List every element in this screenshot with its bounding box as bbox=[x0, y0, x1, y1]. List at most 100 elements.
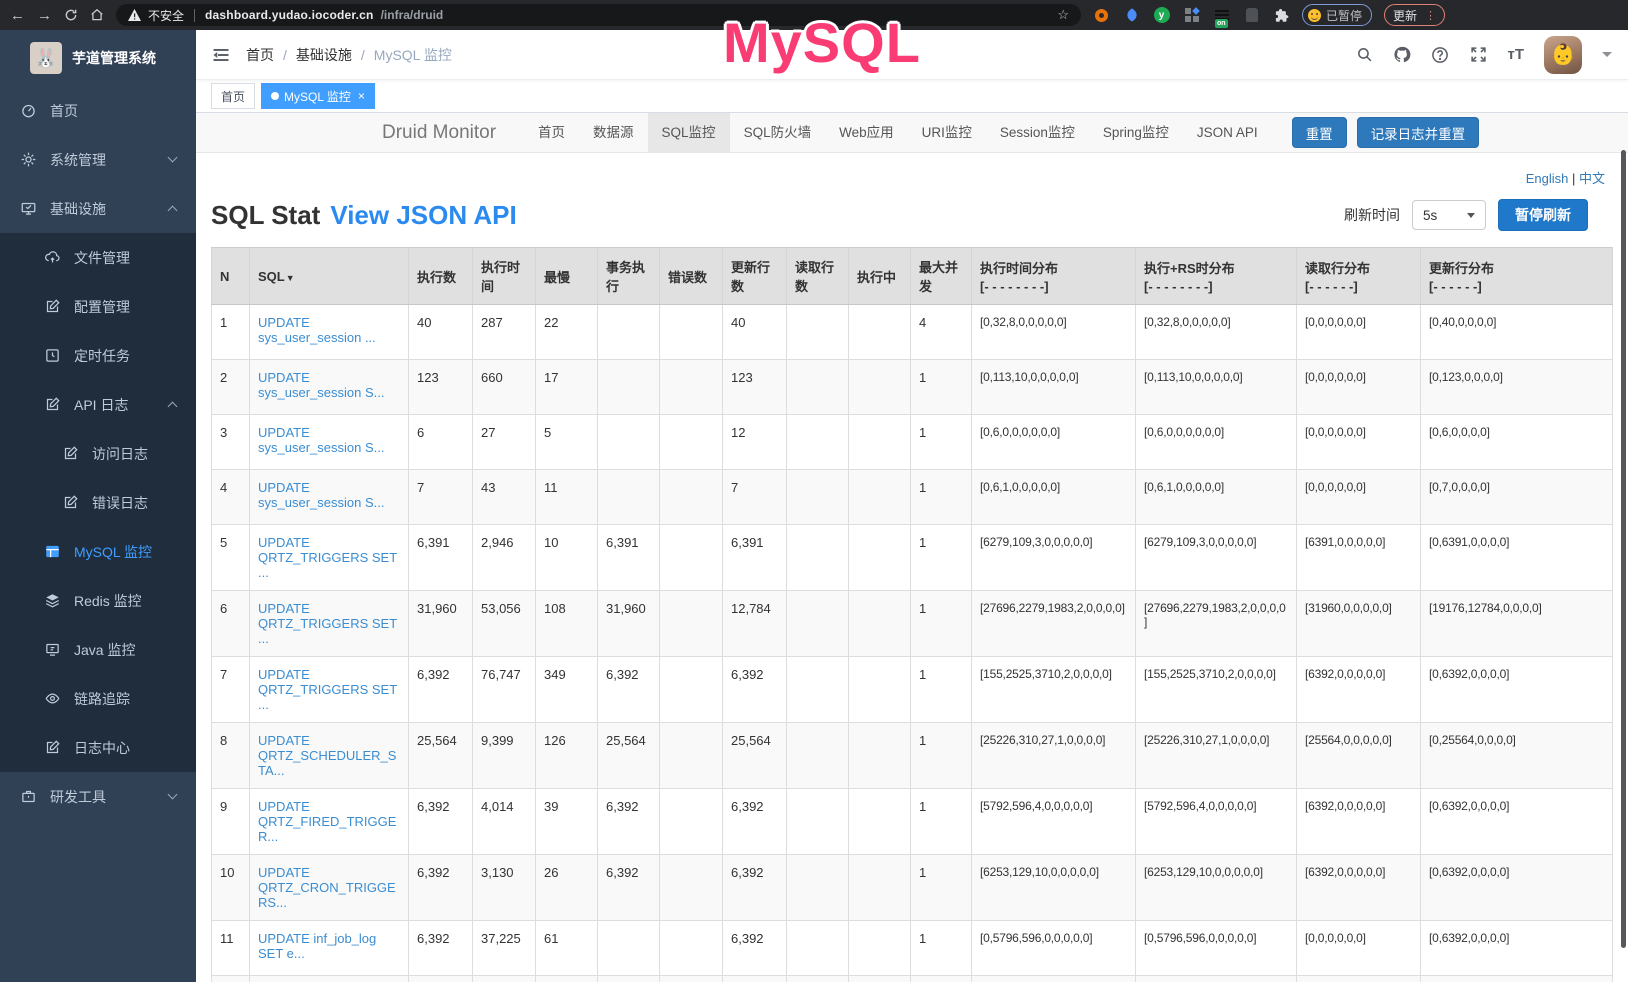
exec-rs-dist: [6279,109,3,0,0,0,0,0] bbox=[1136, 525, 1297, 591]
fullscreen-icon[interactable] bbox=[1469, 46, 1487, 64]
log-and-reset-button[interactable]: 记录日志并重置 bbox=[1357, 117, 1480, 148]
sidebar-item-cron[interactable]: 定时任务 bbox=[0, 331, 196, 380]
sidebar-item-log-center[interactable]: 日志中心 bbox=[0, 723, 196, 772]
tag-mysql-monitor[interactable]: MySQL 监控 × bbox=[261, 83, 375, 109]
refresh-interval-select[interactable]: 5s bbox=[1412, 200, 1486, 230]
sidebar-item-files[interactable]: 文件管理 bbox=[0, 233, 196, 282]
browser-back-icon[interactable]: ← bbox=[10, 8, 25, 23]
sql-link[interactable]: UPDATE QRTZ_TRIGGERS SET ... bbox=[258, 667, 397, 712]
view-json-api-link[interactable]: View JSON API bbox=[330, 200, 516, 231]
col-exec-time[interactable]: 执行时间 bbox=[473, 248, 536, 305]
sql-link[interactable]: UPDATE sys_user_session ... bbox=[258, 315, 376, 345]
page-scrollbar[interactable] bbox=[1621, 150, 1626, 948]
exec-rs-dist: [0,6,0,0,0,0,0,0] bbox=[1136, 415, 1297, 470]
druid-nav-datasource[interactable]: 数据源 bbox=[579, 113, 648, 153]
sidebar-item-config[interactable]: 配置管理 bbox=[0, 282, 196, 331]
sql-link[interactable]: UPDATE QRTZ_CRON_TRIGGERS... bbox=[258, 865, 396, 910]
sql-link[interactable]: UPDATE QRTZ_TRIGGERS SET ... bbox=[258, 535, 397, 580]
tag-home[interactable]: 首页 bbox=[211, 83, 255, 109]
breadcrumb-home[interactable]: 首页 bbox=[246, 45, 274, 65]
extension-drop-icon[interactable] bbox=[1123, 7, 1140, 24]
sidebar-item-system[interactable]: 系统管理 bbox=[0, 135, 196, 184]
druid-nav-uri[interactable]: URI监控 bbox=[908, 113, 986, 153]
sql-link[interactable]: UPDATE QRTZ_TRIGGERS SET ... bbox=[258, 601, 397, 646]
extension-y-icon[interactable]: y bbox=[1153, 7, 1170, 24]
druid-nav-home[interactable]: 首页 bbox=[524, 113, 579, 153]
col-exec-count[interactable]: 执行数 bbox=[409, 248, 473, 305]
sidebar-item-api-log[interactable]: API 日志 bbox=[0, 380, 196, 429]
browser-update-button[interactable]: 更新 ⋮ bbox=[1384, 4, 1445, 26]
more-menu-icon[interactable]: ⋮ bbox=[1425, 9, 1436, 22]
help-icon[interactable] bbox=[1431, 46, 1449, 64]
sidebar: 🐰 芋道管理系统 首页 系统管理 基础设施 文件管理 配置管理 bbox=[0, 30, 196, 982]
browser-reload-icon[interactable] bbox=[64, 8, 78, 22]
row-index: 9 bbox=[212, 789, 250, 855]
extensions-puzzle-icon[interactable] bbox=[1273, 7, 1290, 24]
read-row-dist: [6392,0,0,0,0,0] bbox=[1297, 855, 1421, 921]
bookmark-star-icon[interactable]: ☆ bbox=[1057, 7, 1069, 23]
breadcrumb-infra[interactable]: 基础设施 bbox=[296, 45, 352, 65]
sql-link[interactable]: UPDATE sys_user_session S... bbox=[258, 425, 384, 455]
sidebar-logo[interactable]: 🐰 芋道管理系统 bbox=[0, 30, 196, 86]
reset-button[interactable]: 重置 bbox=[1292, 117, 1347, 148]
read-rows bbox=[787, 591, 849, 657]
extension-grid-icon[interactable] bbox=[1183, 7, 1200, 24]
lang-chinese-link[interactable]: 中文 bbox=[1579, 171, 1605, 186]
col-tx-exec[interactable]: 事务执行 bbox=[598, 248, 660, 305]
sql-link[interactable]: UPDATE QRTZ_FIRED_TRIGGER... bbox=[258, 799, 396, 844]
row-index: 7 bbox=[212, 657, 250, 723]
sidebar-item-home[interactable]: 首页 bbox=[0, 86, 196, 135]
col-slowest[interactable]: 最慢 bbox=[536, 248, 598, 305]
url-host[interactable]: dashboard.yudao.iocoder.cn bbox=[205, 8, 374, 22]
sidebar-item-tracing[interactable]: 链路追踪 bbox=[0, 674, 196, 723]
sidebar-item-java-monitor[interactable]: Java 监控 bbox=[0, 625, 196, 674]
paused-extension-pill[interactable]: 已暂停 bbox=[1302, 4, 1372, 26]
read-rows bbox=[787, 657, 849, 723]
sidebar-item-mysql-monitor[interactable]: MySQL 监控 bbox=[0, 527, 196, 576]
collapse-sidebar-icon[interactable] bbox=[212, 47, 230, 63]
sidebar-item-redis-monitor[interactable]: Redis 监控 bbox=[0, 576, 196, 625]
col-sql[interactable]: SQL▼ bbox=[250, 248, 409, 305]
col-error-count[interactable]: 错误数 bbox=[660, 248, 723, 305]
druid-brand[interactable]: Druid Monitor bbox=[382, 122, 496, 144]
col-read-rows[interactable]: 读取行数 bbox=[787, 248, 849, 305]
druid-nav-webapp[interactable]: Web应用 bbox=[825, 113, 908, 153]
sidebar-item-dev-tools[interactable]: 研发工具 bbox=[0, 772, 196, 821]
col-executing[interactable]: 执行中 bbox=[849, 248, 911, 305]
error-count bbox=[660, 657, 723, 723]
sql-link[interactable]: UPDATE sys_user_session S... bbox=[258, 370, 384, 400]
sql-link[interactable]: UPDATE QRTZ_SCHEDULER_STA... bbox=[258, 733, 396, 778]
lang-english-link[interactable]: English bbox=[1526, 171, 1569, 186]
exec-time: 660 bbox=[473, 360, 536, 415]
browser-home-icon[interactable] bbox=[90, 8, 104, 22]
druid-nav-spring[interactable]: Spring监控 bbox=[1089, 113, 1183, 153]
extension-dark-icon[interactable] bbox=[1243, 7, 1260, 24]
extension-donut-icon[interactable] bbox=[1093, 7, 1110, 24]
avatar-caret-icon[interactable] bbox=[1602, 52, 1612, 57]
close-tag-icon[interactable]: × bbox=[358, 90, 365, 102]
search-icon[interactable] bbox=[1355, 46, 1373, 64]
druid-nav-session[interactable]: Session监控 bbox=[986, 113, 1089, 153]
sidebar-item-error-log[interactable]: 错误日志 bbox=[0, 478, 196, 527]
druid-nav-jsonapi[interactable]: JSON API bbox=[1183, 113, 1272, 153]
not-secure-label[interactable]: 不安全 bbox=[148, 7, 184, 24]
sql-link[interactable]: UPDATE inf_job_log SET e... bbox=[258, 931, 376, 961]
exec-time: 76,747 bbox=[473, 657, 536, 723]
sidebar-item-access-log[interactable]: 访问日志 bbox=[0, 429, 196, 478]
druid-nav-wall[interactable]: SQL防火墙 bbox=[730, 113, 826, 153]
read-rows bbox=[787, 855, 849, 921]
max-concurrent: 1 bbox=[911, 976, 972, 982]
pause-refresh-button[interactable]: 暂停刷新 bbox=[1498, 199, 1588, 231]
font-size-icon[interactable]: ᴛT bbox=[1507, 46, 1524, 63]
user-avatar[interactable]: 👶 bbox=[1544, 36, 1582, 74]
sql-link[interactable]: UPDATE sys_user_session S... bbox=[258, 480, 384, 510]
github-icon[interactable] bbox=[1393, 46, 1411, 64]
col-update-rows[interactable]: 更新行数 bbox=[723, 248, 787, 305]
extension-list-icon[interactable]: on bbox=[1213, 7, 1230, 24]
col-max-concurrent[interactable]: 最大并发 bbox=[911, 248, 972, 305]
sidebar-item-infra[interactable]: 基础设施 bbox=[0, 184, 196, 233]
read-row-dist: [0,0,0,0,0,0] bbox=[1297, 415, 1421, 470]
browser-forward-icon[interactable]: → bbox=[37, 8, 52, 23]
druid-nav-sql[interactable]: SQL监控 bbox=[648, 113, 730, 153]
address-bar[interactable]: 不安全 dashboard.yudao.iocoder.cn/infra/dru… bbox=[116, 4, 1081, 26]
